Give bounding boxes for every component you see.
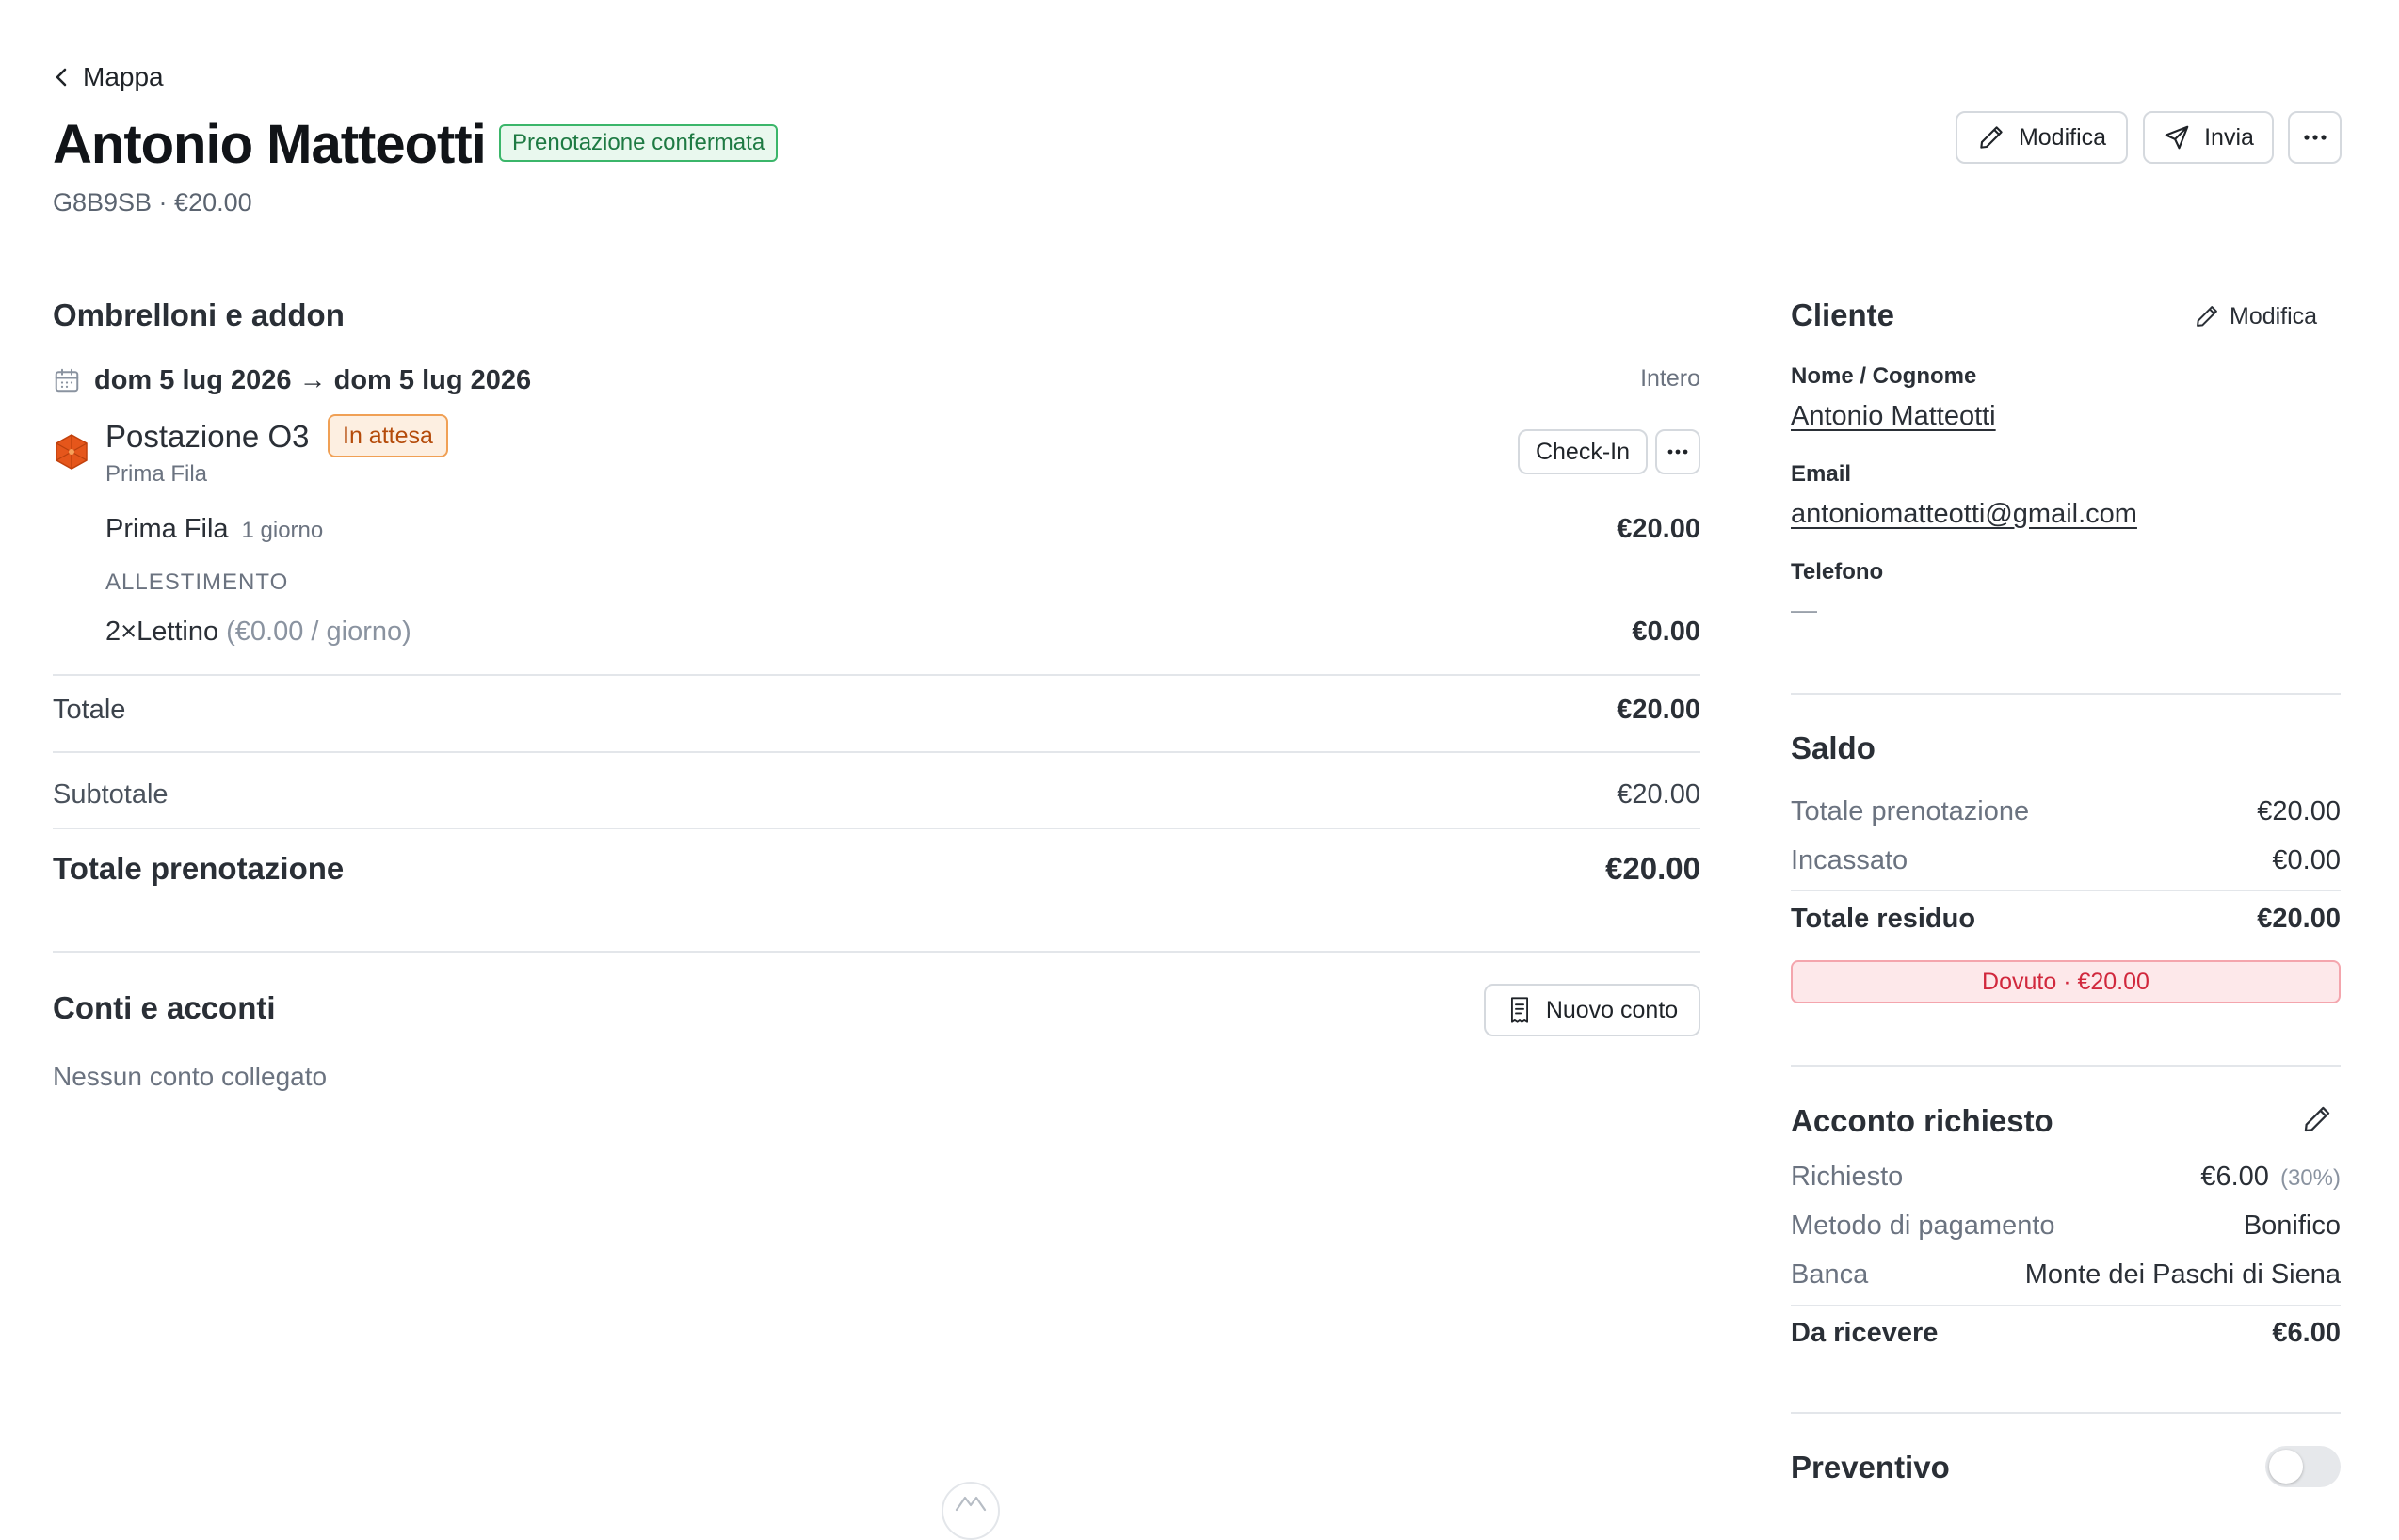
toggle-knob bbox=[2269, 1450, 2303, 1484]
addon-amount: €0.00 bbox=[1632, 617, 1700, 647]
deposit-method-value: Bonifico bbox=[2243, 1211, 2341, 1241]
calendar-icon bbox=[53, 366, 81, 394]
deposit-method-label: Metodo di pagamento bbox=[1791, 1211, 2055, 1241]
checkin-button[interactable]: Check-In bbox=[1518, 429, 1648, 474]
spot-more-button[interactable] bbox=[1655, 429, 1700, 474]
spot-status-badge: In attesa bbox=[328, 414, 448, 457]
subtotal-value: €20.00 bbox=[1617, 779, 1700, 810]
section-title-deposit: Acconto richiesto bbox=[1791, 1103, 2053, 1138]
back-link[interactable]: Mappa bbox=[55, 60, 164, 94]
deposit-to-receive-value: €6.00 bbox=[2272, 1318, 2341, 1348]
addon-row: 2×Lettino (€0.00 / giorno) bbox=[105, 617, 411, 648]
page-title: Antonio Matteotti bbox=[53, 114, 487, 175]
edit-booking-label: Modifica bbox=[2018, 123, 2107, 151]
setup-label: ALLESTIMENTO bbox=[105, 569, 289, 595]
section-title-accounts: Conti e acconti bbox=[53, 990, 276, 1025]
edit-customer-button[interactable]: Modifica bbox=[2194, 299, 2317, 333]
more-icon bbox=[2303, 134, 2327, 141]
balance-collected-label: Incassato bbox=[1791, 845, 1908, 875]
deposit-bank-label: Banca bbox=[1791, 1259, 1869, 1290]
more-icon bbox=[1666, 448, 1689, 456]
back-link-label: Mappa bbox=[83, 62, 164, 91]
edit-customer-label: Modifica bbox=[2230, 302, 2318, 329]
more-actions-button[interactable] bbox=[2288, 111, 2342, 164]
subtotal-label: Subtotale bbox=[53, 779, 169, 810]
divider bbox=[53, 751, 1700, 753]
section-title-balance: Saldo bbox=[1791, 730, 1876, 765]
spot-total-label: Totale bbox=[53, 695, 126, 725]
balance-residual-label: Totale residuo bbox=[1791, 904, 1976, 934]
customer-phone-value: — bbox=[1791, 595, 1817, 624]
receipt-icon bbox=[1506, 996, 1533, 1024]
section-title-quote: Preventivo bbox=[1791, 1450, 1950, 1484]
divider bbox=[1791, 693, 2341, 695]
addon-name: 2×Lettino bbox=[105, 617, 219, 647]
booking-code-and-price: G8B9SB · €20.00 bbox=[53, 188, 252, 217]
divider bbox=[53, 951, 1700, 953]
send-icon bbox=[2163, 123, 2191, 152]
quote-toggle[interactable] bbox=[2265, 1446, 2341, 1487]
deposit-requested: €6.00 (30%) bbox=[2200, 1162, 2341, 1193]
pencil-icon bbox=[2194, 303, 2220, 329]
customer-name-label: Nome / Cognome bbox=[1791, 363, 1977, 389]
item-name: Prima Fila bbox=[105, 514, 229, 544]
divider bbox=[53, 828, 1700, 829]
edit-deposit-button[interactable] bbox=[2301, 1103, 2333, 1135]
spot-name: Postazione O3 bbox=[105, 419, 310, 454]
app-logo-button[interactable] bbox=[942, 1482, 1000, 1540]
date-range-text: dom 5 lug 2026 → dom 5 lug 2026 bbox=[94, 364, 532, 395]
deposit-requested-label: Richiesto bbox=[1791, 1162, 1904, 1192]
section-title-umbrellas: Ombrelloni e addon bbox=[53, 297, 345, 332]
divider bbox=[1791, 1065, 2341, 1067]
spot-total-value: €20.00 bbox=[1617, 695, 1700, 725]
deposit-requested-percent: (30%) bbox=[2279, 1165, 2341, 1191]
item-amount: €20.00 bbox=[1617, 514, 1700, 544]
new-account-button[interactable]: Nuovo conto bbox=[1484, 984, 1700, 1036]
due-badge: Dovuto · €20.00 bbox=[1791, 960, 2341, 1003]
chevron-left-icon bbox=[55, 67, 68, 88]
send-label: Invia bbox=[2204, 123, 2254, 151]
spot-row: Prima Fila bbox=[105, 461, 208, 487]
date-range: dom 5 lug 2026 → dom 5 lug 2026 bbox=[53, 360, 531, 401]
send-button[interactable]: Invia bbox=[2143, 111, 2274, 164]
item-duration: 1 giorno bbox=[241, 518, 324, 543]
balance-total-label: Totale prenotazione bbox=[1791, 796, 2030, 826]
balance-total-value: €20.00 bbox=[2257, 796, 2341, 826]
balance-collected-value: €0.00 bbox=[2272, 845, 2341, 875]
umbrella-icon bbox=[53, 433, 90, 471]
balance-residual-value: €20.00 bbox=[2257, 904, 2341, 934]
customer-email-label: Email bbox=[1791, 461, 1852, 487]
new-account-label: Nuovo conto bbox=[1545, 996, 1679, 1023]
customer-name-link[interactable]: Antonio Matteotti bbox=[1791, 401, 1996, 432]
pencil-icon bbox=[1977, 123, 2005, 152]
edit-booking-button[interactable]: Modifica bbox=[1956, 111, 2128, 164]
pencil-icon bbox=[2301, 1103, 2333, 1135]
booking-total-value: €20.00 bbox=[1605, 851, 1700, 886]
customer-email-link[interactable]: antoniomatteotti@gmail.com bbox=[1791, 499, 2137, 530]
addon-rate: (€0.00 / giorno) bbox=[226, 617, 411, 647]
accounts-empty-text: Nessun conto collegato bbox=[53, 1062, 328, 1091]
customer-phone-label: Telefono bbox=[1791, 559, 1884, 585]
divider bbox=[1791, 890, 2341, 891]
item-row: Prima Fila 1 giorno bbox=[105, 514, 323, 545]
booking-total-label: Totale prenotazione bbox=[53, 851, 345, 886]
status-badge: Prenotazione confermata bbox=[499, 124, 779, 162]
duration-type: Intero bbox=[1640, 365, 1700, 392]
logo-icon bbox=[955, 1493, 987, 1538]
deposit-bank-value: Monte dei Paschi di Siena bbox=[2024, 1259, 2341, 1290]
deposit-to-receive-label: Da ricevere bbox=[1791, 1318, 1939, 1348]
divider bbox=[1791, 1412, 2341, 1414]
divider bbox=[1791, 1305, 2341, 1306]
divider bbox=[53, 674, 1700, 676]
deposit-requested-value: €6.00 bbox=[2200, 1162, 2269, 1192]
section-title-customer: Cliente bbox=[1791, 297, 1895, 332]
